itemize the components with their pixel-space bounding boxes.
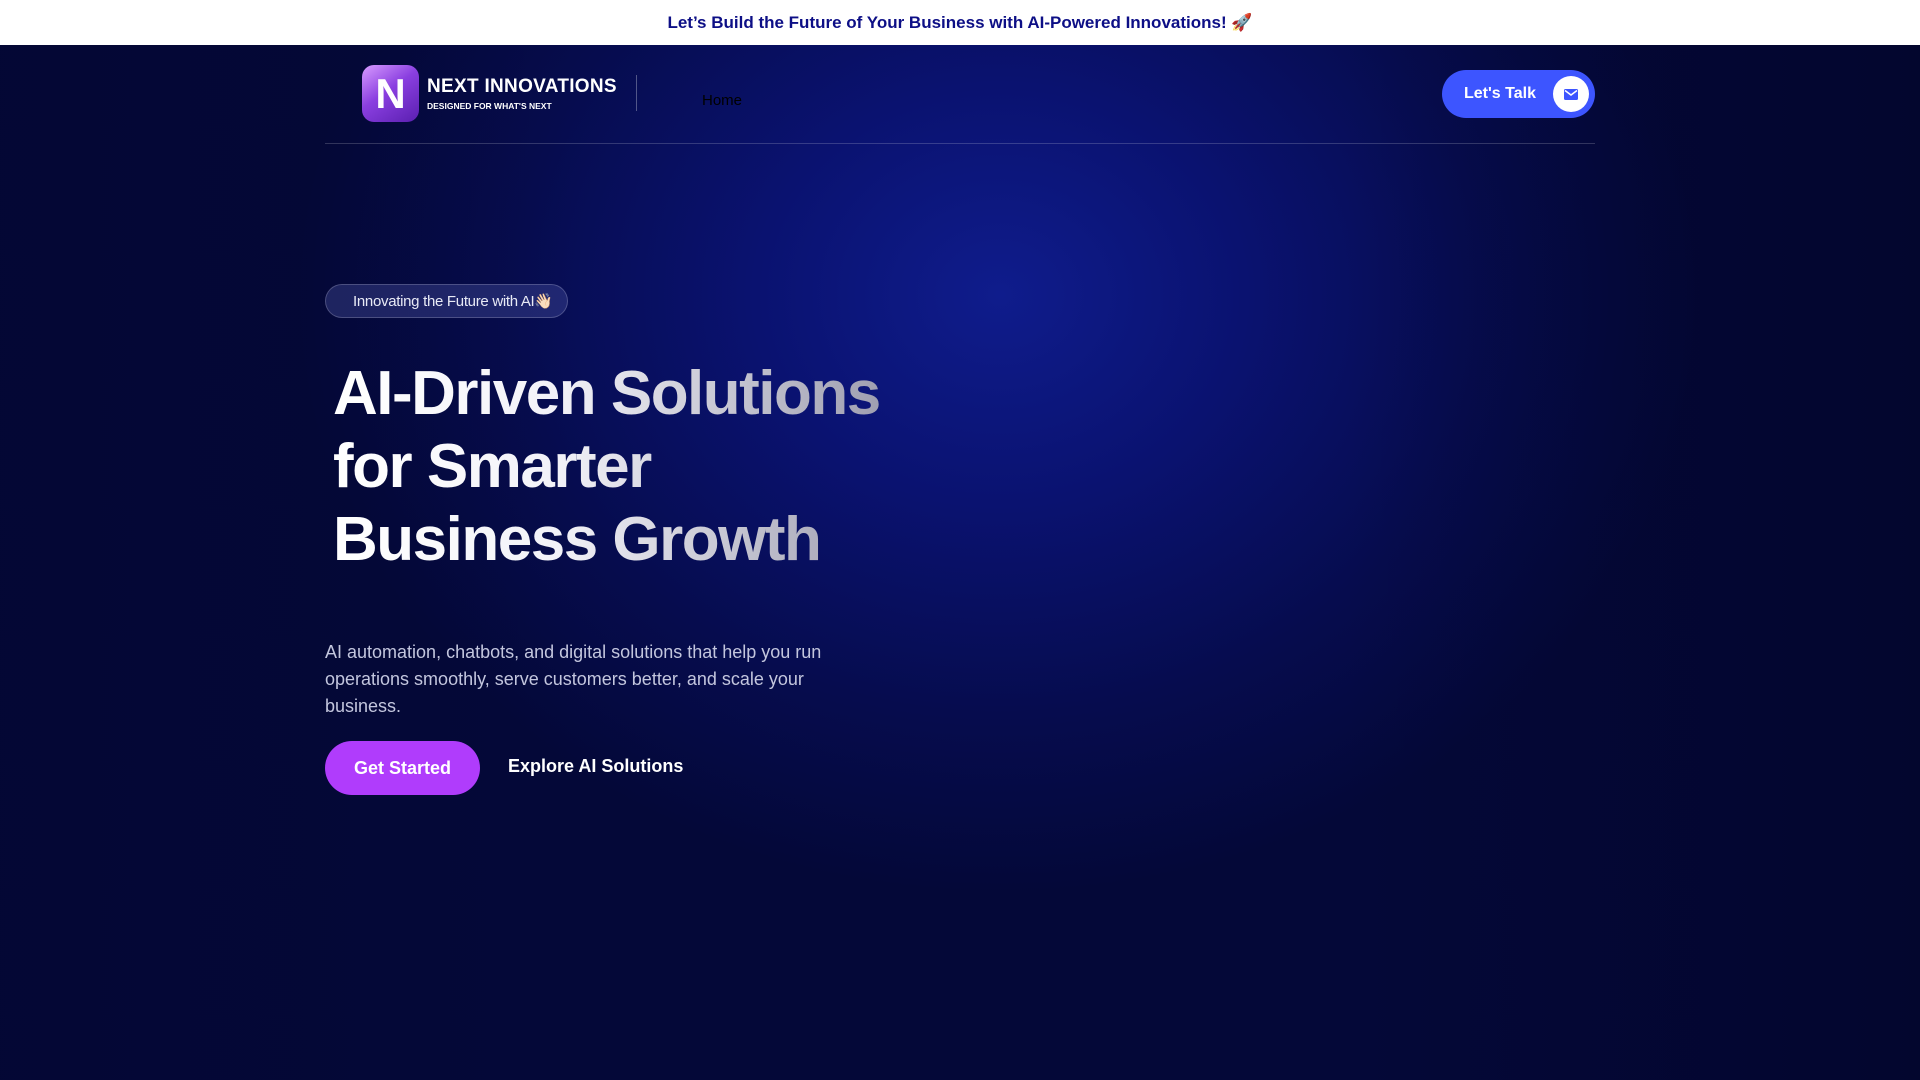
hero-section: N NEXT INNOVATIONS DESIGNED FOR WHAT'S N… (0, 45, 1920, 1080)
nav-item-home[interactable]: Home (702, 92, 742, 109)
lets-talk-label: Let's Talk (1464, 85, 1536, 102)
hero-headline: AI-Driven Solutions for Smarter Business… (333, 357, 893, 576)
mail-icon (1553, 76, 1589, 112)
lets-talk-button[interactable]: Let's Talk (1442, 70, 1595, 118)
headline-line: for Smarter (333, 432, 651, 501)
get-started-button[interactable]: Get Started (325, 741, 480, 795)
announcement-bar: Let’s Build the Future of Your Business … (0, 0, 1920, 45)
hero-description: AI automation, chatbots, and digital sol… (325, 642, 822, 716)
nav-divider (636, 75, 637, 111)
announcement-text: Let’s Build the Future of Your Business … (667, 12, 1253, 32)
headline-line: AI-Driven Solutions (333, 359, 880, 428)
logo-subtitle: DESIGNED FOR WHAT'S NEXT (427, 101, 552, 111)
explore-ai-solutions-link[interactable]: Explore AI Solutions (508, 756, 683, 777)
header-border (325, 143, 1595, 144)
headline-line: Business Growth (333, 505, 821, 574)
logo-title: NEXT INNOVATIONS (427, 76, 617, 97)
logo[interactable]: N NEXT INNOVATIONS DESIGNED FOR WHAT'S N… (362, 65, 617, 122)
hero-badge: Innovating the Future with AI👋🏻 (325, 284, 568, 318)
logo-mark: N (362, 65, 419, 122)
